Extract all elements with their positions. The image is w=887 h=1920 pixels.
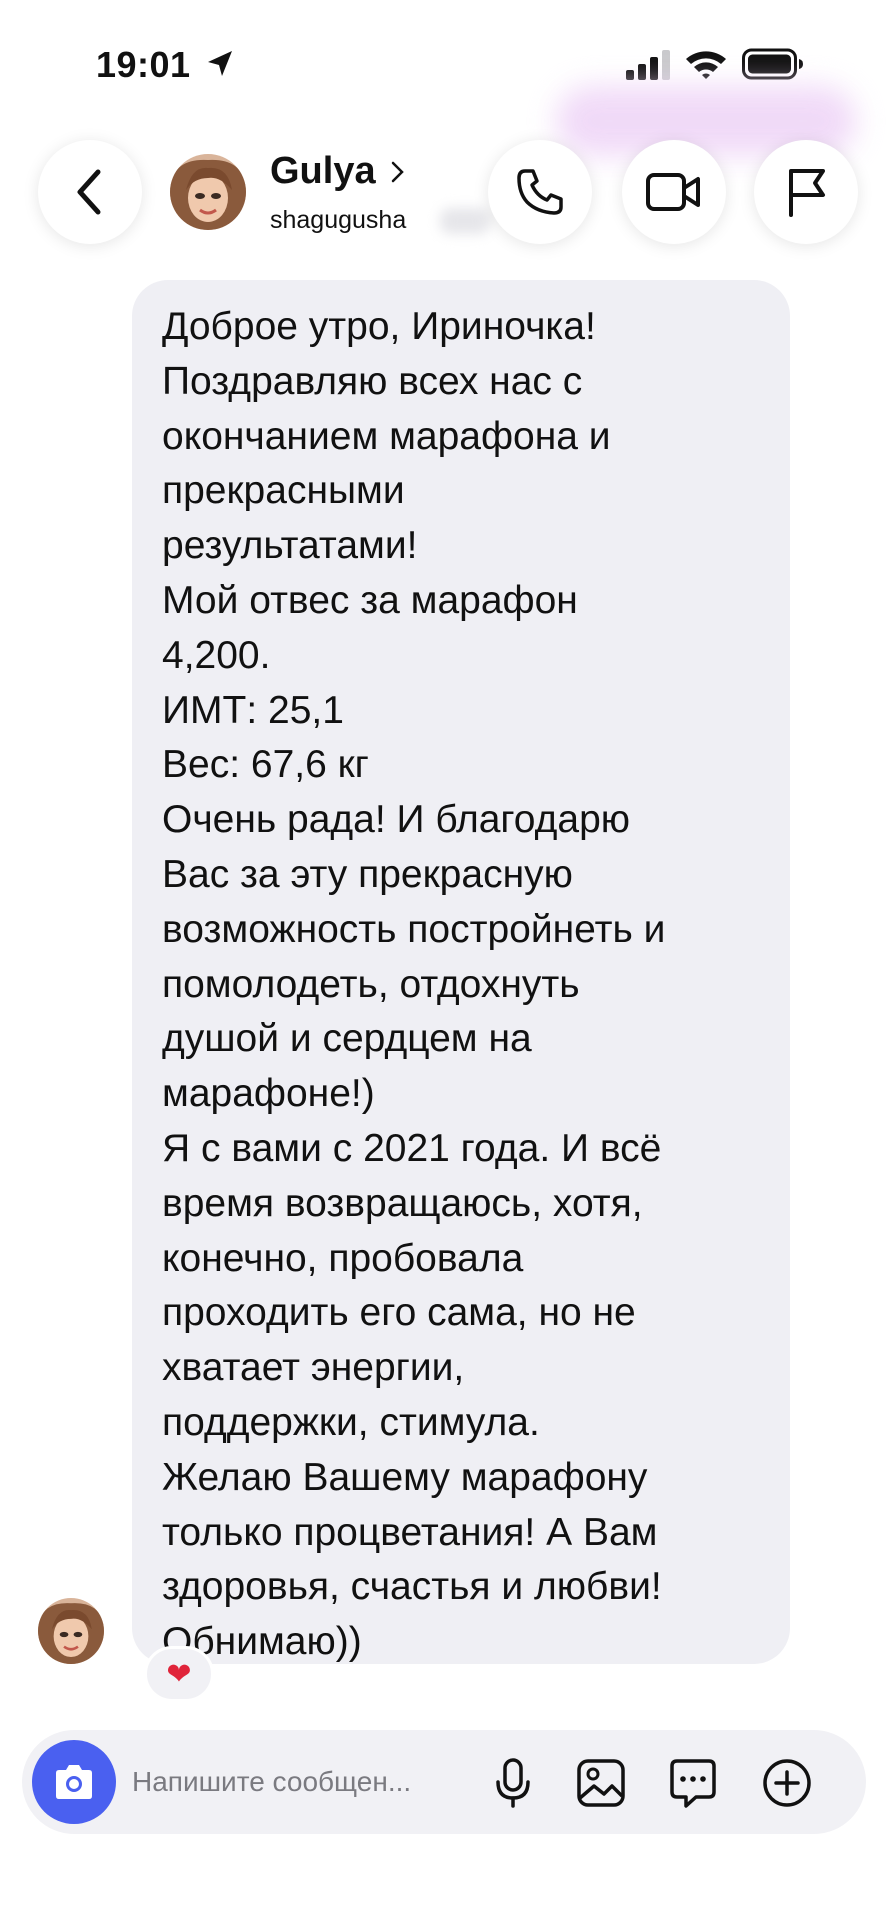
gallery-icon[interactable] [574,1756,628,1810]
message-line: возможность постройнеть и [162,907,666,951]
contact-avatar[interactable] [170,154,246,230]
message-composer [22,1730,866,1834]
message-line: хватает энергии, [162,1346,465,1390]
contact-name: Gulya [270,150,376,192]
microphone-icon[interactable] [486,1756,540,1810]
message-line: Поздравляю всех нас с [162,359,583,403]
back-icon [77,169,101,215]
location-arrow-icon [208,51,232,76]
message-line: марафоне!) [162,1072,375,1116]
status-time: 19:01 [96,44,191,85]
flag-icon [789,169,825,217]
message-line: время возвращаюсь, хотя, [162,1181,643,1225]
camera-button[interactable] [32,1740,116,1824]
message-line: Вас за эту прекрасную [162,852,573,896]
back-button[interactable] [38,140,142,244]
message-line: Вес: 67,6 кг [162,743,369,787]
heart-reaction[interactable]: ❤ [144,1646,214,1702]
message-line: окончанием марафона и [162,414,611,458]
message-input[interactable] [132,1760,482,1804]
avatar-image [170,154,246,230]
message-line: Желаю Вашему марафону [162,1455,648,1499]
message-line: только процветания! А Вам [162,1510,658,1554]
message-line: поддержки, стимула. [162,1400,540,1444]
message-line: результатами! [162,524,418,568]
heart-icon: ❤ [166,1657,192,1691]
message-line: прекрасными [162,469,405,513]
phone-icon [517,169,563,215]
audio-call-button[interactable] [488,140,592,244]
message-line: Доброе утро, Ириночка! [162,305,596,348]
contact-name-row[interactable]: Gulya [270,150,406,193]
message-line: здоровья, счастья и любви! [162,1565,662,1609]
message-line: Мой отвес за марафон [162,578,578,622]
chevron-right-icon [391,161,404,182]
plus-icon[interactable] [760,1756,814,1810]
message-line: ИМТ: 25,1 [162,688,344,732]
sender-avatar[interactable] [38,1598,104,1664]
battery-icon [742,48,803,80]
wifi-icon [686,51,726,79]
message-bubble[interactable]: Доброе утро, Ириночка! Поздравляю всех н… [132,280,790,1664]
cellular-signal-icon [626,50,670,80]
camera-icon [56,1765,92,1799]
message-line: помолодеть, отдохнуть [162,962,580,1006]
blurred-text [440,208,490,234]
message-line: конечно, пробовала [162,1236,524,1280]
message-line: 4,200. [162,633,271,677]
message-line: Очень рада! И благодарю [162,798,631,842]
message-line: Я с вами с 2021 года. И всё [162,1126,662,1170]
avatar-image [38,1598,104,1664]
sticker-icon[interactable] [666,1756,720,1810]
video-call-button[interactable] [622,140,726,244]
message-line: проходить его сама, но не [162,1291,636,1335]
video-icon [646,173,700,211]
message-line: Обнимаю)) [162,1620,362,1664]
report-button[interactable] [754,140,858,244]
contact-handle: shagugusha [270,206,407,234]
message-line: душой и сердцем на [162,1017,532,1061]
